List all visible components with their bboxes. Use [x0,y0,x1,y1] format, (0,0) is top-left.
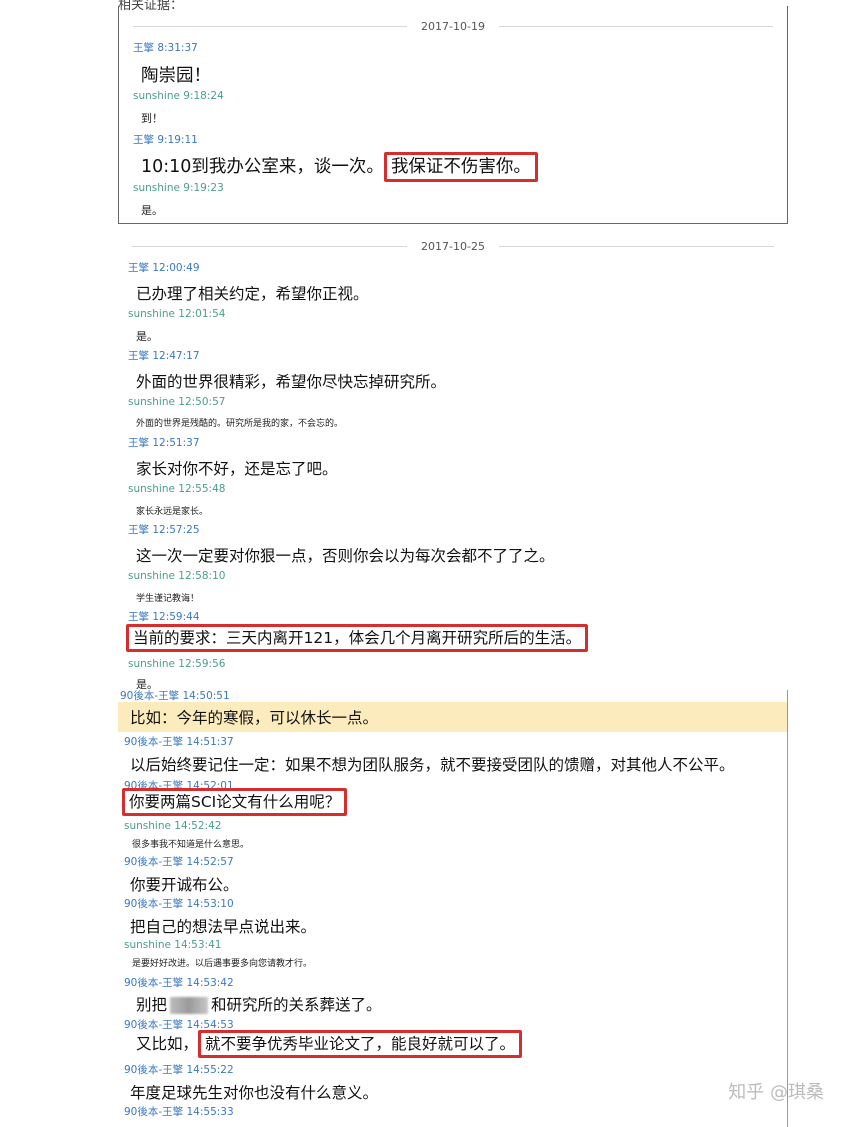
message-sender: 90後本-王擎 14:52:57 [124,856,234,868]
message-text-plain: 又比如， [136,1035,199,1053]
date-label: 2017-10-19 [421,19,485,33]
zhihu-watermark: 知乎 @琪桑 [728,1082,824,1103]
message-sender: sunshine 9:18:24 [133,90,224,102]
message-text: 陶崇园！ [141,66,211,86]
message-text: 到！ [141,112,163,125]
message-sender: 王擎 12:57:25 [128,524,200,536]
message-sender: sunshine 12:58:10 [128,570,226,582]
message-sender: 90後本-王擎 14:51:37 [124,736,234,748]
message-sender: 90後本-王擎 14:50:51 [120,690,230,702]
message-text: 是。 [141,204,163,217]
message-text: 当前的要求：三天内离开121，体会几个月离开研究所后的生活。 [126,624,589,652]
message-sender: 王擎 9:19:11 [133,134,198,146]
message-text: 家长对你不好，还是忘了吧。 [136,460,338,478]
message-sender: 90後本-王擎 14:53:10 [124,898,234,910]
message-sender: sunshine 9:19:23 [133,182,224,194]
chat-panel-3: 90後本-王擎 14:50:51 比如：今年的寒假，可以休长一点。 90後本-王… [118,690,788,1127]
message-text: 外面的世界很精彩，希望你尽快忘掉研究所。 [136,373,447,391]
message-sender: sunshine 12:50:57 [128,396,226,408]
message-text: 家长永远是家长。 [136,507,209,517]
message-text-after: 和研究所的关系葬送了。 [211,996,382,1014]
highlighted-quote: 你要两篇SCI论文有什么用呢？ [122,788,348,816]
message-text: 很多事我不知道是什么意思。 [132,840,250,850]
message-text: 别把 和研究所的关系葬送了。 [136,993,382,1015]
redacted-name-blur [170,997,209,1014]
message-sender: sunshine 12:55:48 [128,483,226,495]
message-sender: sunshine 14:52:42 [124,820,222,832]
message-sender: 90後本-王擎 14:53:42 [124,977,234,989]
message-sender: sunshine 12:01:54 [128,308,226,320]
message-text: 年度足球先生对你也没有什么意义。 [130,1084,379,1102]
message-text: 10:10到我办公室来，谈一次。 我保证不伤害你。 [141,152,538,182]
message-text-before: 别把 [136,996,168,1014]
message-text: 你要开诚布公。 [130,876,239,894]
highlighted-quote: 当前的要求：三天内离开121，体会几个月离开研究所后的生活。 [126,624,589,652]
message-text: 以后始终要记住一定：如果不想为团队服务，就不要接受团队的馈赠，对其他人不公平。 [130,756,735,774]
message-text: 是要好好改进。以后遇事要多向您请教才行。 [132,959,313,969]
chat-panel-2017-10-25: 2017-10-25 王擎 12:00:49 已办理了相关约定，希望你正视。 s… [118,234,788,691]
message-sender: sunshine 12:59:56 [128,658,226,670]
message-text: 这一次一定要对你狠一点，否则你会以为每次会都不了了之。 [136,547,555,565]
message-text: 把自己的想法早点说出来。 [130,918,317,936]
highlighted-quote: 就不要争优秀毕业论文了，能良好就可以了。 [198,1030,523,1058]
date-label: 2017-10-25 [421,239,485,253]
message-text: 外面的世界是残酷的。研究所是我的家，不会忘的。 [136,419,344,429]
message-sender: 王擎 8:31:37 [133,42,198,54]
message-sender: 90後本-王擎 14:55:33 [124,1106,234,1118]
message-sender: 王擎 12:00:49 [128,262,200,274]
message-sender: 90後本-王擎 14:55:22 [124,1064,234,1076]
message-text: 比如：今年的寒假，可以休长一点。 [130,709,379,727]
message-sender: 王擎 12:59:44 [128,611,200,623]
message-sender: sunshine 14:53:41 [124,939,222,951]
message-sender: 王擎 12:51:37 [128,437,200,449]
highlighted-quote: 我保证不伤害你。 [383,152,538,182]
message-text: 已办理了相关约定，希望你正视。 [136,285,369,303]
message-sender: 王擎 12:47:17 [128,350,200,362]
message-text: 是。 [136,330,158,343]
message-text: 又比如， 就不要争优秀毕业论文了，能良好就可以了。 [136,1030,523,1058]
date-divider: 2017-10-25 [118,238,788,254]
chat-panel-1017-10-19: 2017-10-19 王擎 8:31:37 陶崇园！ sunshine 9:18… [118,6,788,224]
date-divider: 2017-10-19 [119,18,787,34]
message-text: 你要两篇SCI论文有什么用呢？ [122,788,348,816]
message-text-plain: 10:10到我办公室来，谈一次。 [141,157,384,177]
message-text: 学生谨记教诲！ [136,594,200,604]
